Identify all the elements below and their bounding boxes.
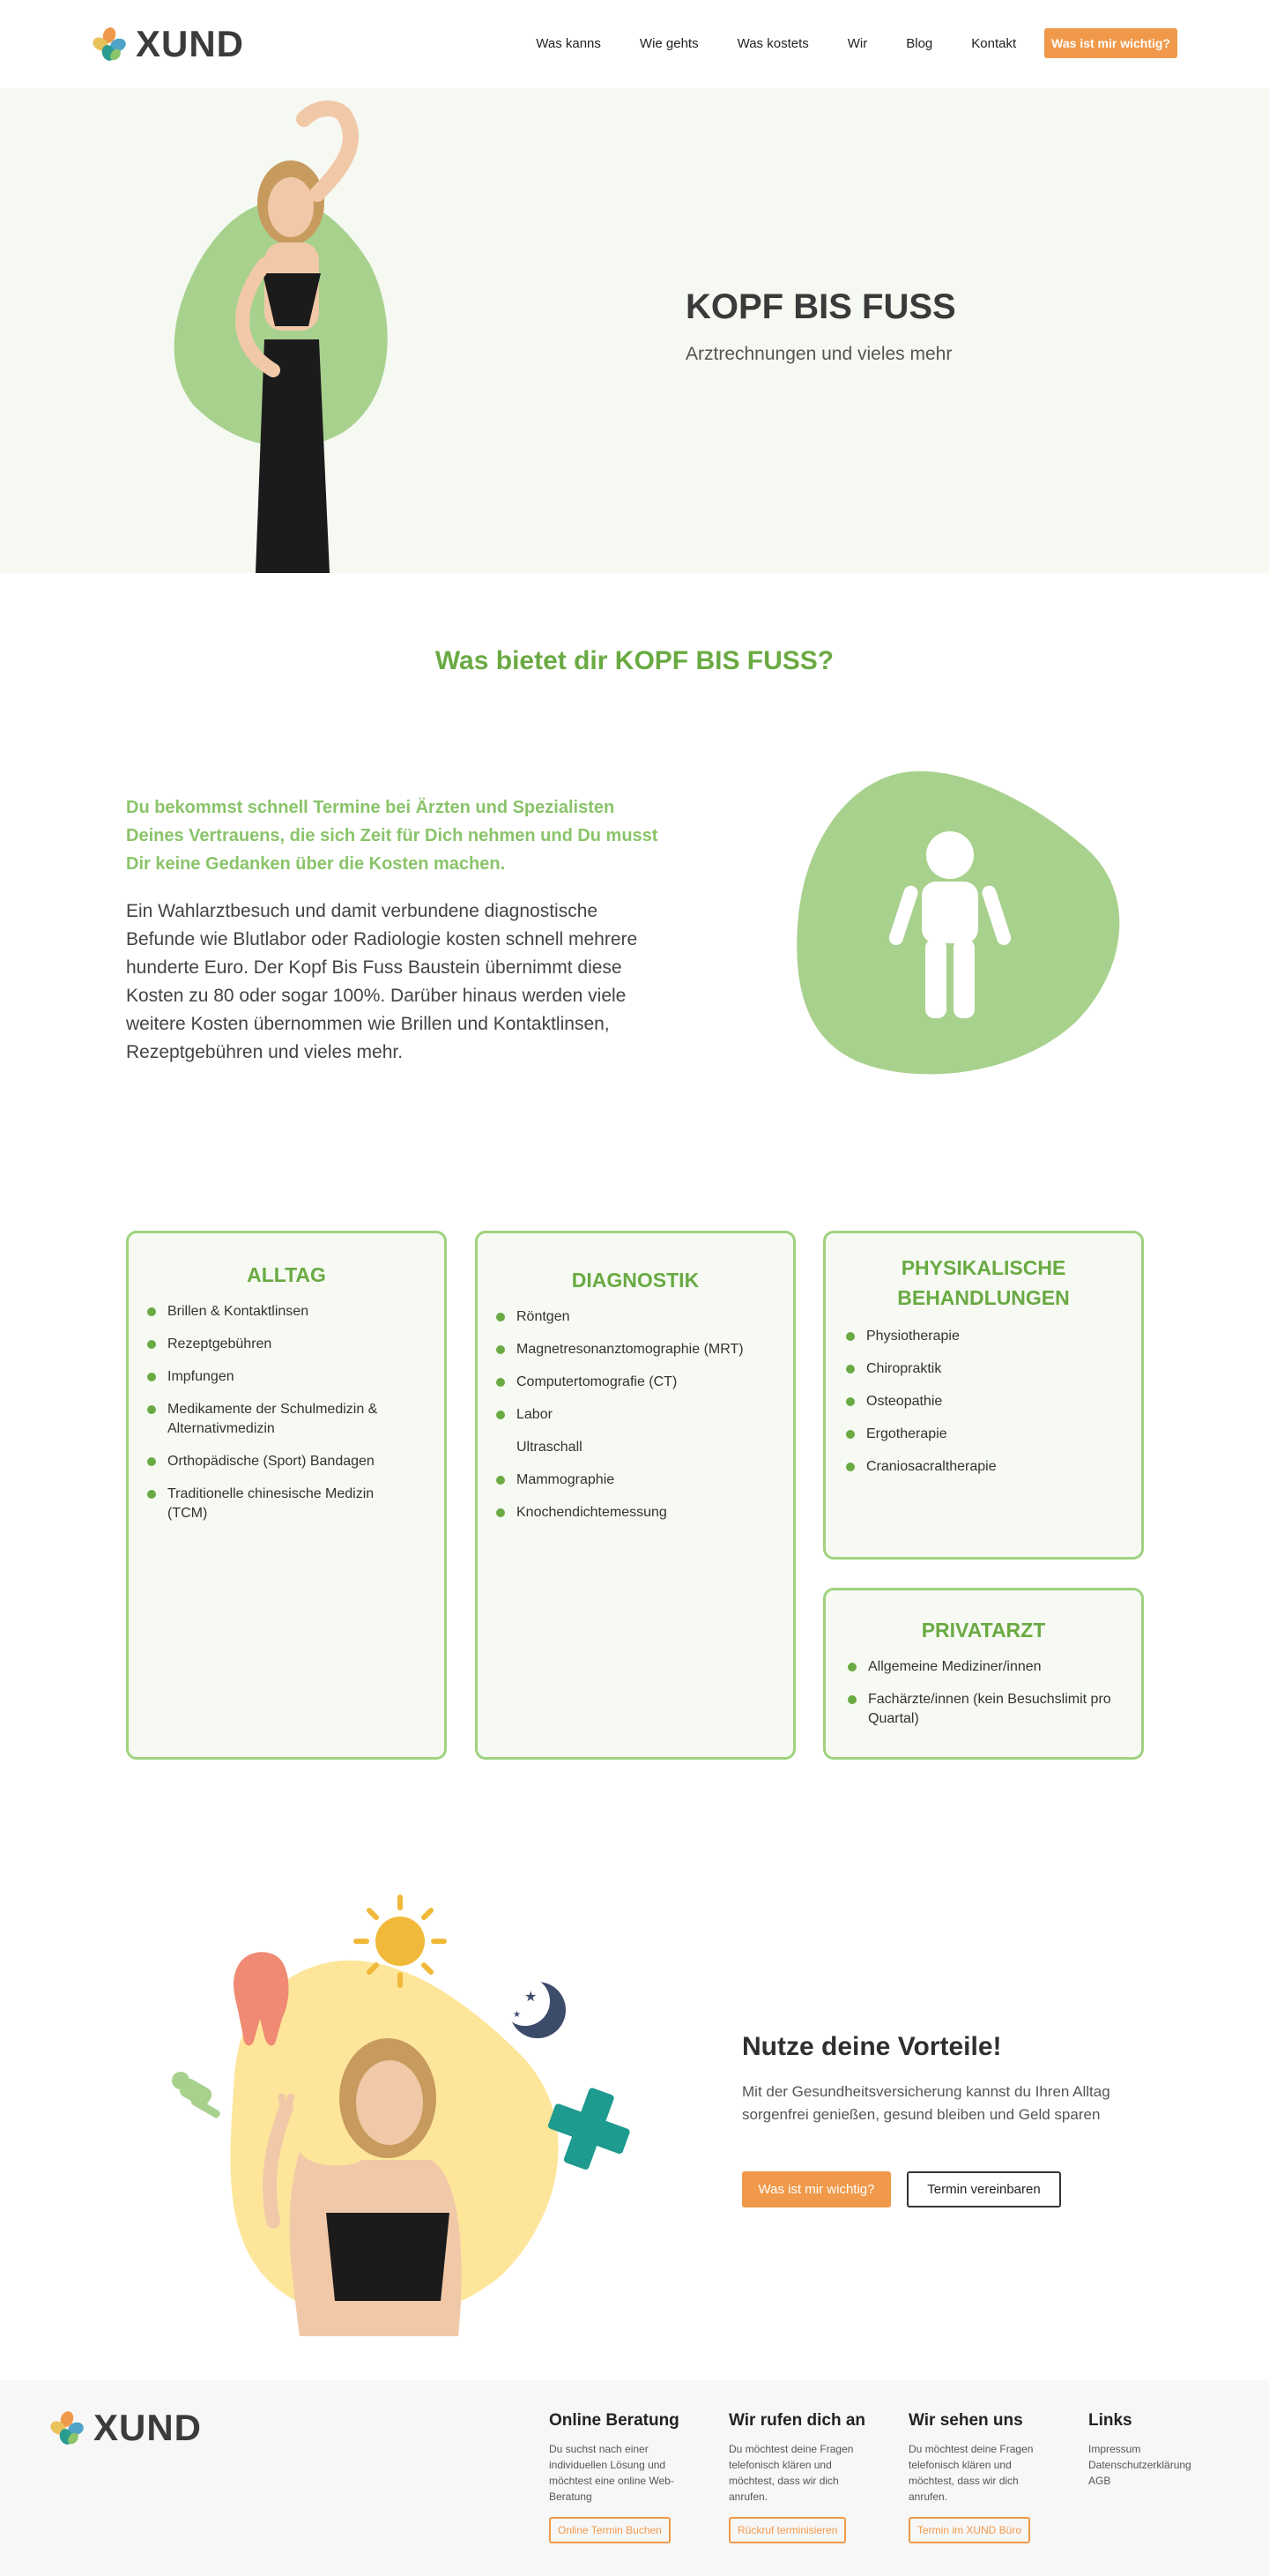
card-alltag-title: ALLTAG: [247, 1263, 326, 1286]
list-item: Mammographie: [496, 1470, 781, 1490]
footer-meet-text: Du möchtest deine Fragen telefonisch klä…: [909, 2443, 1034, 2503]
card-diagnostik: DIAGNOSTIK Röntgen Magnetresonanztomogra…: [475, 1231, 796, 1760]
hero-title: KOPF BIS FUSS: [686, 287, 956, 326]
list-item: Rezeptgebühren: [147, 1335, 414, 1354]
offer-body: Ein Wahlarztbesuch und damit verbundene …: [126, 901, 638, 1062]
sun-icon: [353, 1895, 447, 1988]
card-privatarzt-list: Allgemeine Mediziner/innen Fachärzte/inn…: [848, 1657, 1115, 1729]
card-diagnostik-list: Röntgen Magnetresonanztomographie (MRT) …: [496, 1307, 781, 1523]
benefits-text: Mit der Gesundheitsversicherung kannst d…: [742, 2083, 1110, 2123]
svg-text:★: ★: [513, 2010, 521, 2020]
termin-vereinbaren-button[interactable]: Termin vereinbaren: [907, 2171, 1061, 2207]
was-ist-mir-wichtig-button[interactable]: Was ist mir wichtig?: [742, 2171, 891, 2207]
footer-link-impressum[interactable]: Impressum: [1088, 2441, 1221, 2457]
list-item: Labor: [496, 1405, 781, 1425]
nav-item-wie-gehts[interactable]: Wie gehts: [640, 36, 699, 51]
offer-highlight: Du bekommst schnell Termine bei Ärzten u…: [126, 798, 658, 874]
main-nav: Was kanns Wie gehts Was kostets Wir Blog…: [497, 28, 1177, 58]
moon-stars-icon: ★ ★: [501, 1977, 566, 2038]
card-alltag-list: Brillen & Kontaktlinsen Rezeptgebühren I…: [147, 1302, 414, 1523]
nav-item-kontakt[interactable]: Kontakt: [971, 36, 1016, 51]
footer-link-agb[interactable]: AGB: [1088, 2473, 1221, 2489]
logo-icon: [50, 2411, 84, 2445]
logo[interactable]: XUND: [92, 23, 245, 64]
footer-logo[interactable]: XUND: [49, 2407, 202, 2449]
card-privatarzt: PRIVATARZT Allgemeine Mediziner/innen Fa…: [823, 1588, 1144, 1760]
hero-section: KOPF BIS FUSS Arztrechnungen und vieles …: [0, 88, 1269, 573]
list-item: Allgemeine Mediziner/innen: [848, 1657, 1115, 1677]
hero-illustration: [174, 101, 388, 573]
list-item: Ultraschall: [516, 1440, 583, 1455]
footer-col-links: Links Impressum Datenschutzerklärung AGB: [1088, 2411, 1221, 2489]
list-item: Impfungen: [147, 1367, 414, 1387]
list-item: Brillen & Kontaktlinsen: [147, 1302, 414, 1322]
nav-item-was-kanns[interactable]: Was kanns: [536, 36, 601, 51]
card-physikalisch: PHYSIKALISCHE BEHANDLUNGEN Physiotherapi…: [823, 1231, 1144, 1560]
list-item: Osteopathie: [846, 1392, 1113, 1411]
child-icon-small: [172, 2072, 220, 2118]
list-item: Fachärzte/innen (kein Besuchslimit pro Q…: [848, 1690, 1115, 1729]
logo-text: XUND: [136, 23, 245, 64]
list-item: Physiotherapie: [846, 1327, 1113, 1346]
footer-call-text: Du möchtest deine Fragen telefonisch klä…: [729, 2443, 854, 2503]
child-icon-blob: [797, 771, 1120, 1075]
footer-call-title: Wir rufen dich an: [729, 2411, 866, 2430]
site-footer: XUND Online Beratung Du suchst nach eine…: [0, 2380, 1269, 2576]
online-termin-button[interactable]: Online Termin Buchen: [549, 2517, 671, 2543]
footer-online-title: Online Beratung: [549, 2411, 679, 2430]
nav-item-was-kostets[interactable]: Was kostets: [738, 36, 809, 51]
svg-text:★: ★: [524, 1988, 537, 2005]
hero-subtitle: Arztrechnungen und vieles mehr: [686, 344, 953, 364]
card-physikalisch-list: Physiotherapie Chiropraktik Osteopathie …: [846, 1327, 1113, 1477]
footer-meet-title: Wir sehen uns: [909, 2411, 1023, 2430]
card-diagnostik-title: DIAGNOSTIK: [571, 1269, 700, 1292]
benefits-illustration: ★ ★: [172, 1895, 630, 2336]
list-item: Computertomografie (CT): [496, 1373, 781, 1392]
card-alltag: ALLTAG Brillen & Kontaktlinsen Rezeptgeb…: [126, 1231, 447, 1760]
list-item: Traditionelle chinesische Medizin (TCM): [147, 1485, 414, 1523]
nav-item-wir[interactable]: Wir: [848, 36, 868, 51]
offer-title: Was bietet dir KOPF BIS FUSS?: [434, 646, 835, 675]
termin-buero-button[interactable]: Termin im XUND Büro: [909, 2517, 1031, 2543]
list-item: Chiropraktik: [846, 1359, 1113, 1379]
footer-links-title: Links: [1088, 2411, 1132, 2430]
list-item: Knochendichtemessung: [496, 1503, 781, 1523]
footer-col-online: Online Beratung Du suchst nach einer ind…: [549, 2411, 699, 2543]
list-item: Craniosacraltherapie: [846, 1457, 1113, 1477]
footer-logo-text: XUND: [93, 2407, 203, 2448]
list-item: Orthopädische (Sport) Bandagen: [147, 1452, 414, 1471]
card-privatarzt-title: PRIVATARZT: [921, 1619, 1046, 1642]
rueckruf-button[interactable]: Rückruf terminisieren: [729, 2517, 847, 2543]
footer-link-datenschutz[interactable]: Datenschutzerklärung: [1088, 2457, 1221, 2473]
nav-item-blog[interactable]: Blog: [906, 36, 932, 51]
list-item: Magnetresonanztomographie (MRT): [496, 1340, 781, 1359]
benefits-title: Nutze deine Vorteile!: [742, 2032, 1002, 2061]
footer-col-call: Wir rufen dich an Du möchtest deine Frag…: [729, 2411, 879, 2543]
logo-icon: [93, 27, 126, 61]
list-item: Medikamente der Schulmedizin & Alternati…: [147, 1400, 414, 1439]
site-header: XUND Was kanns Wie gehts Was kostets Wir…: [0, 0, 1269, 88]
list-item: Röntgen: [496, 1307, 781, 1327]
footer-online-text: Du suchst nach einer individuellen Lösun…: [549, 2443, 674, 2503]
list-item: Ergotherapie: [846, 1425, 1113, 1444]
card-physikalisch-title: PHYSIKALISCHE BEHANDLUNGEN: [897, 1256, 1070, 1309]
footer-col-meet: Wir sehen uns Du möchtest deine Fragen t…: [909, 2411, 1058, 2543]
header-cta-button[interactable]: Was ist mir wichtig?: [1044, 28, 1177, 58]
